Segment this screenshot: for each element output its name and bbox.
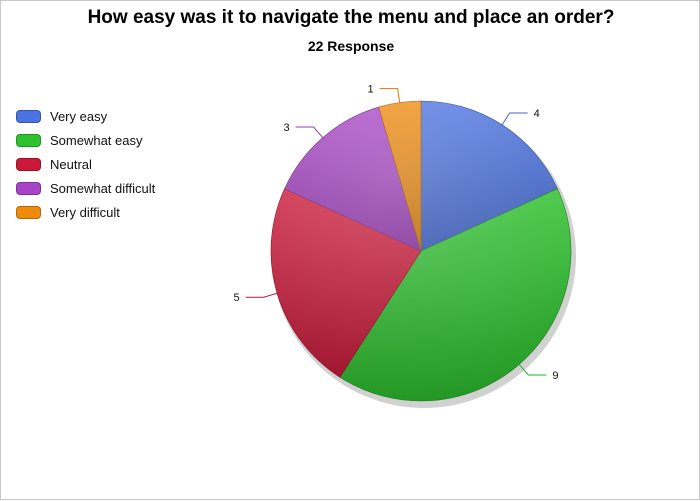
leader-line-somewhat-difficult — [295, 126, 325, 140]
leader-line-very-difficult — [379, 88, 401, 105]
data-label-very-difficult: 1 — [368, 84, 374, 96]
data-label-somewhat-easy: 9 — [552, 370, 558, 382]
leader-line-neutral — [245, 292, 280, 298]
leader-line-very-easy — [500, 112, 528, 127]
data-label-somewhat-difficult: 3 — [283, 122, 289, 134]
pie-chart: 4 9 5 3 1 — [234, 84, 576, 408]
data-label-neutral: 5 — [234, 292, 240, 304]
chart-frame: How easy was it to navigate the menu and… — [0, 0, 700, 500]
data-label-very-easy: 4 — [534, 108, 540, 120]
